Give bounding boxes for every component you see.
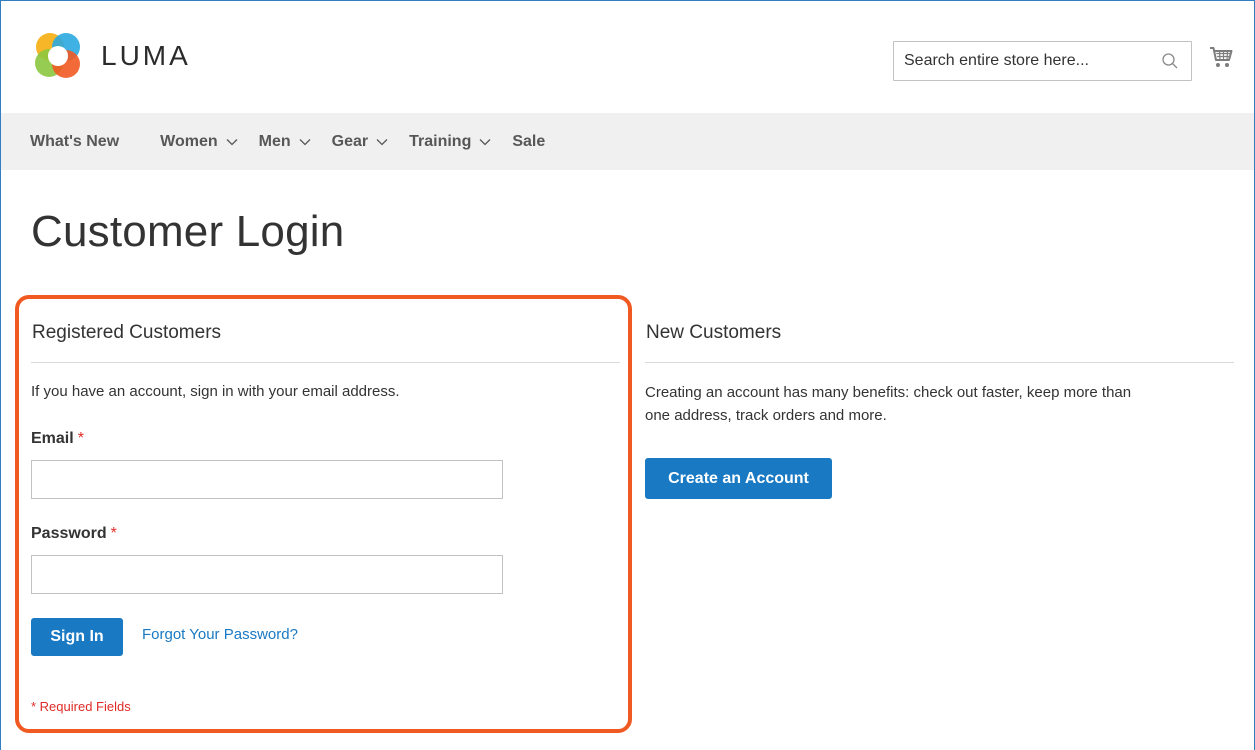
nav-item-whats-new[interactable]: What's New <box>30 133 119 151</box>
main-navigation: What's New Women Men Gear Training Sale <box>1 113 1254 170</box>
password-label-text: Password <box>31 525 107 542</box>
luma-logo-icon <box>35 33 80 78</box>
search-icon[interactable] <box>1161 52 1179 70</box>
page-title: Customer Login <box>31 207 345 256</box>
chevron-down-icon <box>479 138 491 145</box>
nav-item-men[interactable]: Men <box>259 133 311 151</box>
nav-item-women[interactable]: Women <box>160 132 238 151</box>
brand-name: LUMA <box>101 40 191 71</box>
required-fields-note: * Required Fields <box>31 699 131 714</box>
nav-item-training[interactable]: Training <box>409 133 491 151</box>
nav-item-sale[interactable]: Sale <box>512 133 545 151</box>
nav-item-label: Men <box>258 132 291 150</box>
divider <box>31 362 620 363</box>
chevron-down-icon <box>299 138 311 145</box>
nav-item-label: What's New <box>30 132 120 150</box>
divider <box>645 362 1234 363</box>
nav-item-gear[interactable]: Gear <box>332 133 388 151</box>
registered-intro-text: If you have an account, sign in with you… <box>31 383 400 400</box>
chevron-down-icon <box>226 138 238 145</box>
new-customers-text-line1: Creating an account has many benefits: c… <box>645 384 1132 401</box>
password-field[interactable] <box>31 555 503 594</box>
registered-customers-title: Registered Customers <box>32 322 222 343</box>
email-label: Email * <box>31 430 84 448</box>
new-customers-title: New Customers <box>646 322 782 343</box>
nav-item-label: Women <box>160 132 218 150</box>
required-asterisk: * <box>110 525 117 542</box>
site-header: LUMA <box>0 0 1255 113</box>
nav-item-label: Gear <box>331 132 369 150</box>
nav-item-label: Sale <box>512 132 546 150</box>
search-input[interactable] <box>894 42 1144 80</box>
registered-customers-highlight <box>15 295 632 733</box>
password-label: Password * <box>31 525 117 543</box>
sign-in-button[interactable]: Sign In <box>31 618 123 656</box>
required-asterisk: * <box>77 430 84 447</box>
create-account-button[interactable]: Create an Account <box>645 458 832 499</box>
logo[interactable]: LUMA <box>32 30 191 82</box>
email-field[interactable] <box>31 460 503 499</box>
chevron-down-icon <box>376 138 388 145</box>
email-label-text: Email <box>31 430 74 447</box>
nav-item-label: Training <box>409 132 472 150</box>
search-box <box>893 41 1192 81</box>
new-customers-text-line2: one address, track orders and more. <box>645 407 887 424</box>
cart-icon[interactable] <box>1209 44 1233 70</box>
forgot-password-link[interactable]: Forgot Your Password? <box>142 626 298 643</box>
